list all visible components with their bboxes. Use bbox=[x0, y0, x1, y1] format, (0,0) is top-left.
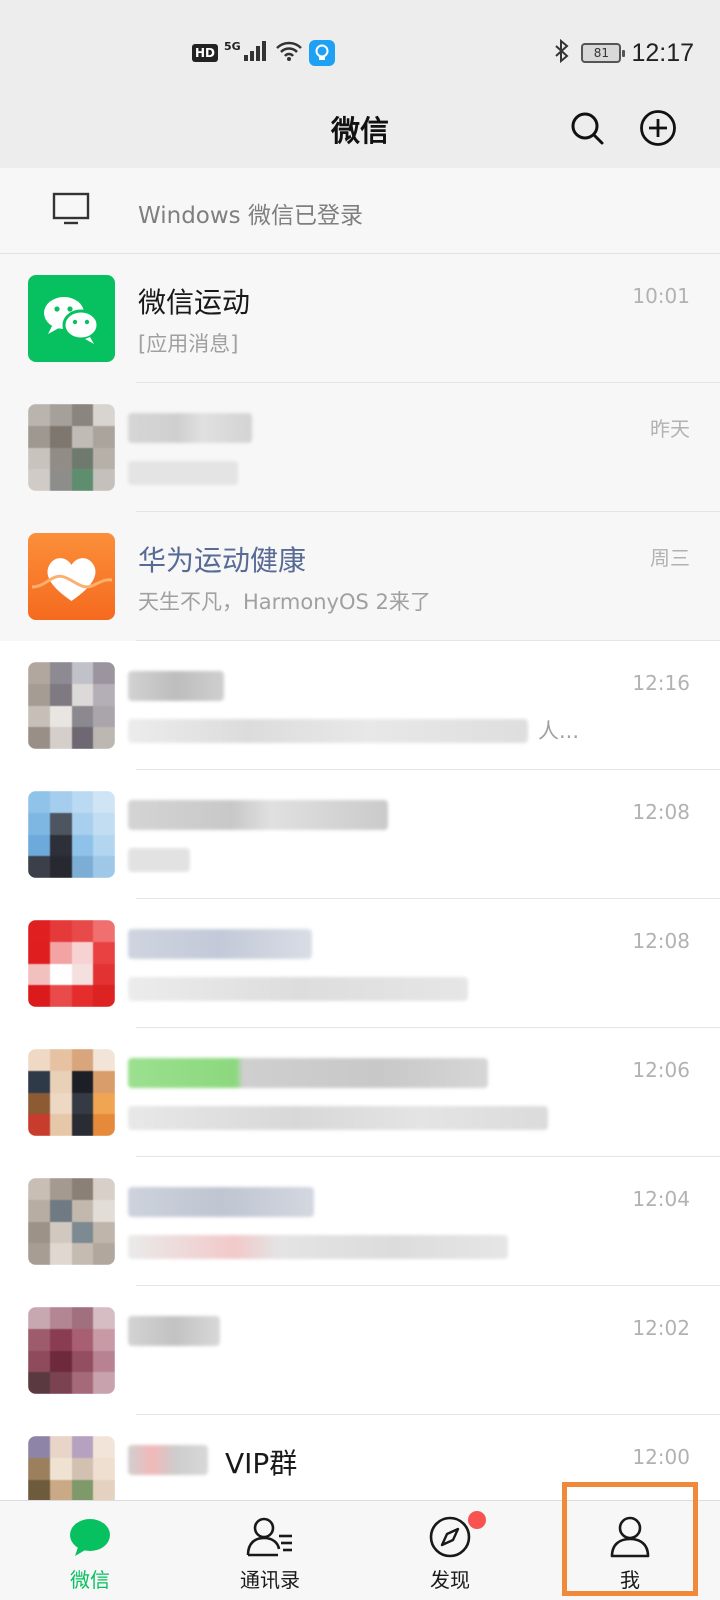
chat-name: VIP群 bbox=[225, 1447, 298, 1480]
highlight-annotation bbox=[562, 1482, 698, 1596]
list-item[interactable]: 人... 12:16 bbox=[0, 641, 720, 770]
list-item[interactable]: 华为运动健康 天生不凡，HarmonyOS 2来了 周三 bbox=[0, 512, 720, 641]
blurred-avatar bbox=[28, 920, 115, 1007]
tab-label: 微信 bbox=[70, 1568, 110, 1592]
blurred-avatar bbox=[28, 1307, 115, 1394]
add-button[interactable] bbox=[634, 104, 682, 152]
list-item[interactable]: 昨天 bbox=[0, 383, 720, 512]
chat-time: 周三 bbox=[650, 546, 690, 570]
contacts-icon bbox=[246, 1513, 294, 1561]
chat-time: 12:08 bbox=[632, 800, 690, 824]
redacted-preview bbox=[128, 1235, 508, 1259]
tab-discover[interactable]: 发现 bbox=[360, 1501, 540, 1600]
wifi-icon bbox=[275, 40, 303, 66]
battery-indicator: 81 bbox=[581, 43, 626, 63]
page-title: 微信 bbox=[330, 114, 389, 148]
redacted-name bbox=[128, 929, 312, 959]
chat-preview: [应用消息] bbox=[138, 332, 239, 356]
chat-preview: 人... bbox=[538, 719, 580, 743]
chat-time: 12:16 bbox=[632, 671, 690, 695]
tab-label: 发现 bbox=[430, 1568, 470, 1592]
status-left-icons: HD 5G bbox=[192, 38, 335, 68]
network-type: 5G bbox=[224, 40, 241, 53]
notification-dot bbox=[468, 1511, 486, 1529]
list-item[interactable]: 12:02 bbox=[0, 1286, 720, 1415]
redacted-name bbox=[128, 1187, 314, 1217]
status-right-icons: 81 12:17 bbox=[553, 38, 694, 68]
redacted-name bbox=[128, 671, 224, 701]
chat-list: 微信运动 [应用消息] 10:01 昨天 华为运动健康 天生不凡，Harmony… bbox=[0, 254, 720, 1544]
tab-label: 通讯录 bbox=[240, 1568, 300, 1592]
app-header: 微信 bbox=[0, 92, 720, 168]
compass-icon bbox=[426, 1513, 474, 1561]
signal-icon bbox=[243, 40, 269, 66]
chat-time: 12:06 bbox=[632, 1058, 690, 1082]
chat-time: 10:01 bbox=[632, 284, 690, 308]
redacted-preview bbox=[128, 461, 238, 485]
clock: 12:17 bbox=[631, 38, 694, 67]
chat-time: 12:04 bbox=[632, 1187, 690, 1211]
search-button[interactable] bbox=[563, 104, 611, 152]
redacted-name bbox=[128, 800, 388, 830]
blurred-avatar bbox=[28, 791, 115, 878]
chat-preview: 天生不凡，HarmonyOS 2来了 bbox=[138, 590, 431, 614]
hd-badge: HD bbox=[192, 44, 219, 62]
tab-chats[interactable]: 微信 bbox=[0, 1501, 180, 1600]
status-bar: HD 5G 81 12:17 bbox=[0, 0, 720, 92]
blurred-avatar bbox=[28, 404, 115, 491]
chat-name: 华为运动健康 bbox=[138, 544, 307, 577]
chat-bubble-icon bbox=[66, 1513, 114, 1561]
blurred-avatar bbox=[28, 1049, 115, 1136]
redacted-name bbox=[128, 1445, 208, 1475]
list-item[interactable]: 12:08 bbox=[0, 770, 720, 899]
chat-time: 12:00 bbox=[632, 1445, 690, 1469]
list-item[interactable]: 微信运动 [应用消息] 10:01 bbox=[0, 254, 720, 383]
login-status-text: Windows 微信已登录 bbox=[138, 203, 363, 229]
desktop-login-banner[interactable]: Windows 微信已登录 bbox=[0, 168, 720, 254]
redacted-name bbox=[128, 413, 252, 443]
monitor-icon bbox=[52, 192, 90, 225]
bulb-notification-icon bbox=[308, 40, 335, 66]
huawei-health-icon bbox=[28, 533, 115, 620]
wechat-sport-icon bbox=[28, 275, 115, 362]
redacted-preview bbox=[128, 719, 528, 743]
redacted-preview bbox=[128, 1106, 548, 1130]
chat-time: 12:08 bbox=[632, 929, 690, 953]
list-item[interactable]: 12:06 bbox=[0, 1028, 720, 1157]
redacted-name bbox=[128, 1316, 220, 1346]
redacted-name bbox=[128, 1058, 488, 1088]
tab-contacts[interactable]: 通讯录 bbox=[180, 1501, 360, 1600]
redacted-preview bbox=[128, 848, 190, 872]
bluetooth-icon bbox=[553, 38, 571, 67]
chat-time: 12:02 bbox=[632, 1316, 690, 1340]
chat-name: 微信运动 bbox=[138, 286, 251, 319]
blurred-avatar bbox=[28, 1178, 115, 1265]
redacted-preview bbox=[128, 977, 468, 1001]
blurred-avatar bbox=[28, 662, 115, 749]
chat-time: 昨天 bbox=[650, 417, 690, 441]
search-icon bbox=[571, 112, 604, 145]
list-item[interactable]: 12:08 bbox=[0, 899, 720, 1028]
plus-circle-icon bbox=[640, 110, 676, 146]
list-item[interactable]: 12:04 bbox=[0, 1157, 720, 1286]
